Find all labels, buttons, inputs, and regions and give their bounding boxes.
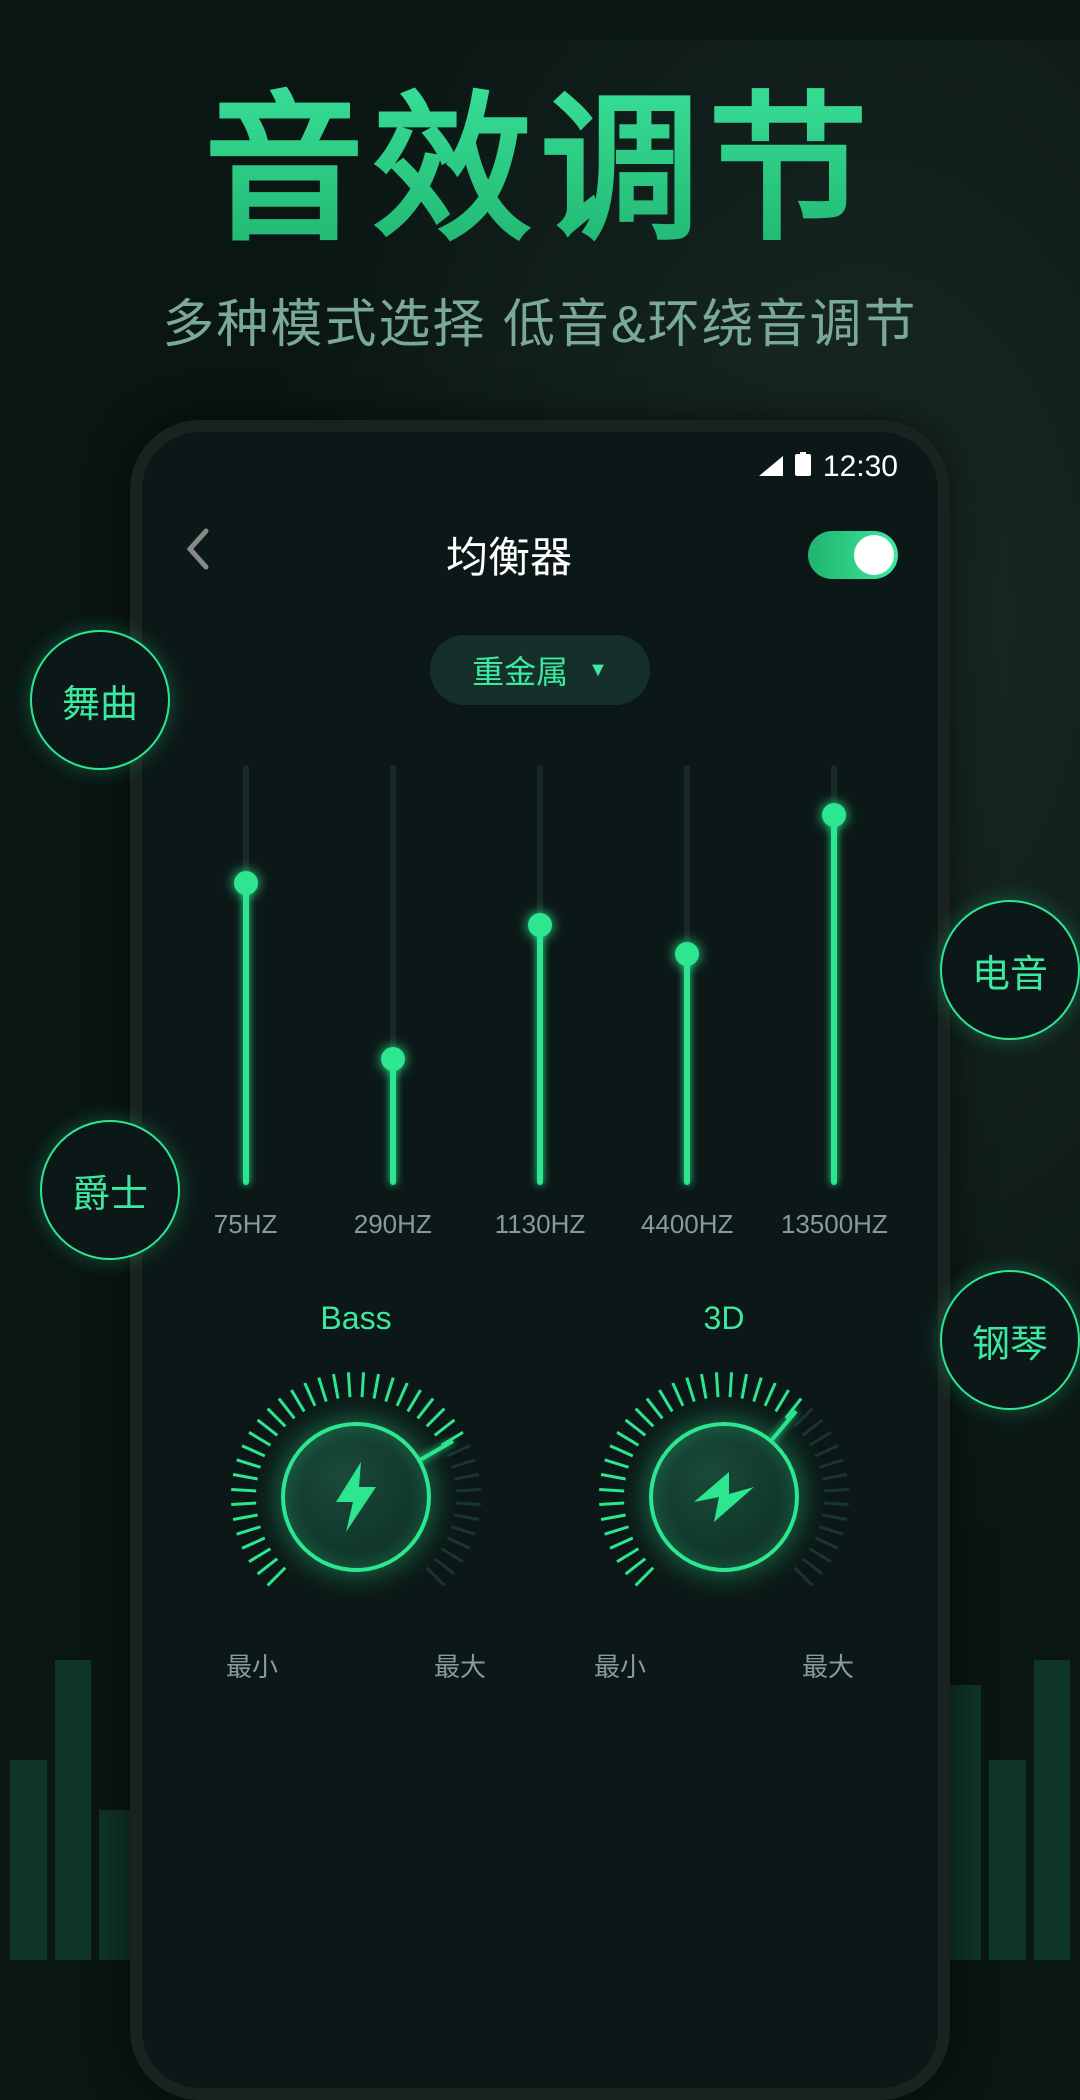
- phone-frame: 12:30 均衡器 重金属 ▼ 75HZ 290HZ 1130HZ 4400HZ 135…: [130, 420, 950, 2100]
- chevron-down-icon: ▼: [588, 659, 608, 682]
- eq-fill: [684, 954, 690, 1185]
- eq-slider-290HZ[interactable]: 290HZ: [333, 765, 453, 1240]
- battery-icon: [795, 450, 811, 484]
- equalizer-sliders: 75HZ 290HZ 1130HZ 4400HZ 13500HZ: [142, 705, 938, 1260]
- lightning-icon: [694, 1472, 754, 1522]
- eq-track[interactable]: [390, 765, 396, 1185]
- 3d-knob-center[interactable]: [649, 1422, 799, 1572]
- eq-slider-1130HZ[interactable]: 1130HZ: [480, 765, 600, 1240]
- preset-badge-piano[interactable]: 钢琴: [940, 1270, 1080, 1410]
- status-bar: 12:30: [142, 432, 938, 484]
- bass-knob[interactable]: [226, 1367, 486, 1627]
- 3d-knob-labels: 最小 最大: [594, 1647, 854, 1684]
- 3d-knob[interactable]: [594, 1367, 854, 1627]
- 3d-max-label: 最大: [802, 1647, 854, 1684]
- eq-track[interactable]: [537, 765, 543, 1185]
- eq-freq-label: 4400HZ: [641, 1209, 734, 1240]
- bass-label: Bass: [320, 1300, 391, 1337]
- preset-dropdown[interactable]: 重金属 ▼: [430, 635, 650, 705]
- back-button[interactable]: [182, 527, 210, 583]
- status-time: 12:30: [823, 450, 898, 484]
- eq-thumb[interactable]: [675, 942, 699, 966]
- eq-freq-label: 1130HZ: [495, 1209, 586, 1240]
- eq-fill: [831, 815, 837, 1185]
- eq-freq-label: 75HZ: [214, 1209, 278, 1240]
- 3d-min-label: 最小: [594, 1647, 646, 1684]
- preset-label: 重金属: [472, 647, 568, 693]
- app-header: 均衡器: [142, 484, 938, 605]
- preset-badge-dance[interactable]: 舞曲: [30, 630, 170, 770]
- bass-max-label: 最大: [434, 1647, 486, 1684]
- bass-knob-labels: 最小 最大: [226, 1647, 486, 1684]
- eq-track[interactable]: [684, 765, 690, 1185]
- eq-fill: [390, 1059, 396, 1185]
- eq-thumb[interactable]: [822, 803, 846, 827]
- bass-min-label: 最小: [226, 1647, 278, 1684]
- bass-knob-center[interactable]: [281, 1422, 431, 1572]
- eq-track[interactable]: [243, 765, 249, 1185]
- eq-slider-4400HZ[interactable]: 4400HZ: [627, 765, 747, 1240]
- eq-track[interactable]: [831, 765, 837, 1185]
- page-title: 均衡器: [446, 524, 572, 585]
- lightning-icon: [331, 1462, 381, 1532]
- 3d-knob-group: 3D 最小 最大: [564, 1300, 884, 1684]
- hero-subtitle: 多种模式选择 低音&环绕音调节: [0, 282, 1080, 357]
- knobs-row: Bass 最小 最大 3D 最小: [142, 1260, 938, 1724]
- eq-fill: [537, 925, 543, 1185]
- eq-freq-label: 290HZ: [354, 1209, 432, 1240]
- equalizer-toggle[interactable]: [808, 531, 898, 579]
- bass-knob-group: Bass 最小 最大: [196, 1300, 516, 1684]
- eq-fill: [243, 883, 249, 1185]
- signal-icon: [759, 450, 783, 484]
- eq-thumb[interactable]: [234, 871, 258, 895]
- eq-thumb[interactable]: [528, 913, 552, 937]
- 3d-label: 3D: [704, 1300, 745, 1337]
- eq-slider-13500HZ[interactable]: 13500HZ: [774, 765, 894, 1240]
- hero-title: 音效调节: [0, 40, 1080, 272]
- eq-freq-label: 13500HZ: [781, 1209, 888, 1240]
- preset-badge-jazz[interactable]: 爵士: [40, 1120, 180, 1260]
- preset-badge-electronic[interactable]: 电音: [940, 900, 1080, 1040]
- eq-slider-75HZ[interactable]: 75HZ: [186, 765, 306, 1240]
- eq-thumb[interactable]: [381, 1047, 405, 1071]
